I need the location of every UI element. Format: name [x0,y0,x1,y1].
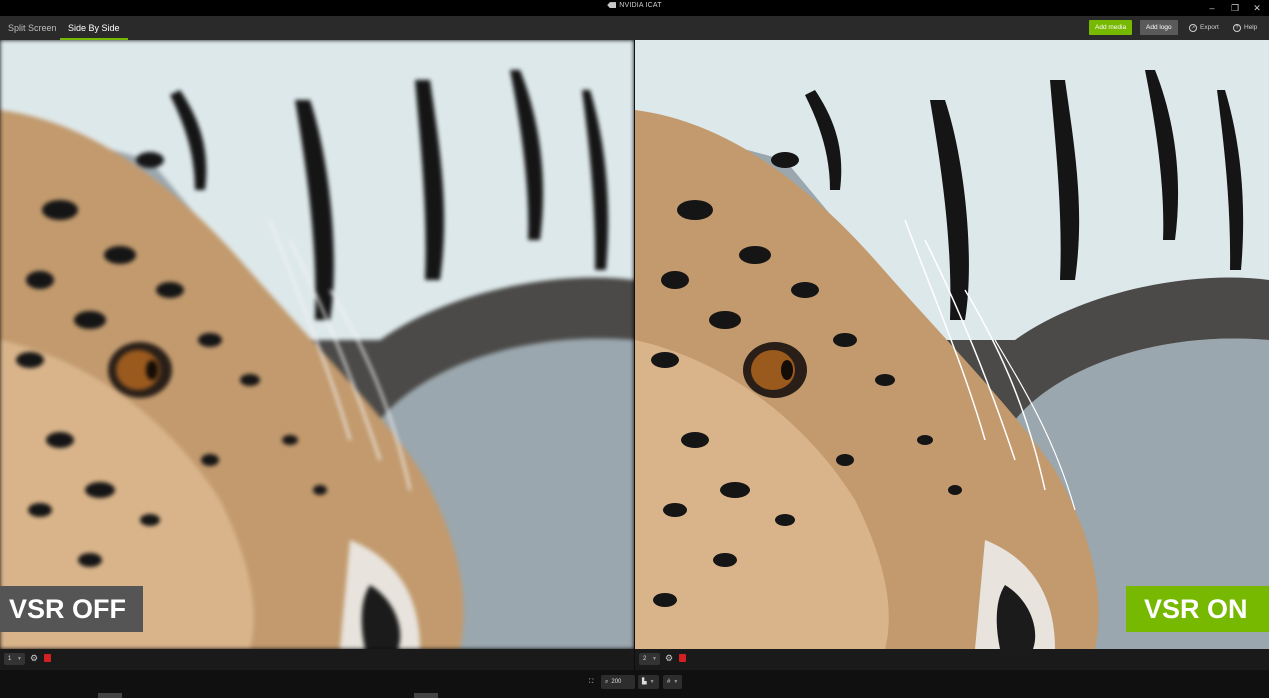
pane-controls-left: 1 ▼ ⚙ [0,649,634,670]
media-selector-right-value: 2 [643,656,647,662]
chevron-down-icon: ▼ [652,656,657,662]
export-label: Export [1200,24,1219,31]
zoom-icon: ⌕ [605,679,609,685]
help-label: Help [1244,24,1258,31]
tab-split-screen[interactable]: Split Screen [0,16,65,40]
app-title: NVIDIA ICAT [619,2,662,9]
media-selector-left[interactable]: 1 ▼ [4,653,25,665]
vsr-off-label: VSR OFF [0,586,143,632]
add-logo-button[interactable]: Add logo [1140,20,1178,35]
bottom-bar: ⛶ ⌕ 200 ▙ ▼ # ▼ [0,670,1269,698]
gear-icon[interactable]: ⚙ [30,654,39,663]
trash-icon[interactable] [679,654,686,662]
toolbar: Split Screen Side By Side Add media Add … [0,16,1269,40]
fullscreen-icon[interactable]: ⛶ [585,675,597,689]
timeline-scroll-thumb-right[interactable] [414,693,438,698]
help-icon: ? [1233,23,1241,32]
zoom-control[interactable]: ⌕ 200 [601,675,635,689]
chevron-down-icon: ▼ [17,656,22,662]
vsr-on-label: VSR ON [1126,586,1269,632]
minimize-button[interactable]: – [1200,0,1224,16]
chevron-down-icon: ▼ [649,679,655,685]
trash-icon[interactable] [44,654,51,662]
zoom-value: 200 [611,679,622,685]
export-icon: ↗ [1189,23,1197,32]
grid-dropdown[interactable]: # ▼ [663,675,683,689]
media-pane-left[interactable]: VSR OFF [0,40,634,649]
media-selector-right[interactable]: 2 ▼ [639,653,660,665]
gear-icon[interactable]: ⚙ [665,654,674,663]
tab-side-by-side[interactable]: Side By Side [60,16,128,40]
media-selector-left-value: 1 [8,656,12,662]
grid-icon: # [667,679,671,685]
add-media-button[interactable]: Add media [1089,20,1133,35]
restore-button[interactable]: ❐ [1223,0,1247,16]
media-image-left [0,40,634,649]
timeline-scroll-thumb-left[interactable] [98,693,122,698]
histogram-icon: ▙ [642,679,647,685]
pane-controls-right: 2 ▼ ⚙ [635,649,1269,670]
histogram-dropdown[interactable]: ▙ ▼ [638,675,659,689]
help-button[interactable]: ? Help [1233,20,1257,35]
chevron-down-icon: ▼ [673,679,679,685]
close-button[interactable]: ✕ [1245,0,1269,16]
nvidia-logo-icon [607,2,617,9]
window-title: NVIDIA ICAT [0,2,1269,9]
media-image-right [635,40,1269,649]
media-pane-right[interactable]: VSR ON [635,40,1269,649]
export-button[interactable]: ↗ Export [1189,20,1219,35]
title-bar: NVIDIA ICAT – ❐ ✕ [0,0,1269,16]
